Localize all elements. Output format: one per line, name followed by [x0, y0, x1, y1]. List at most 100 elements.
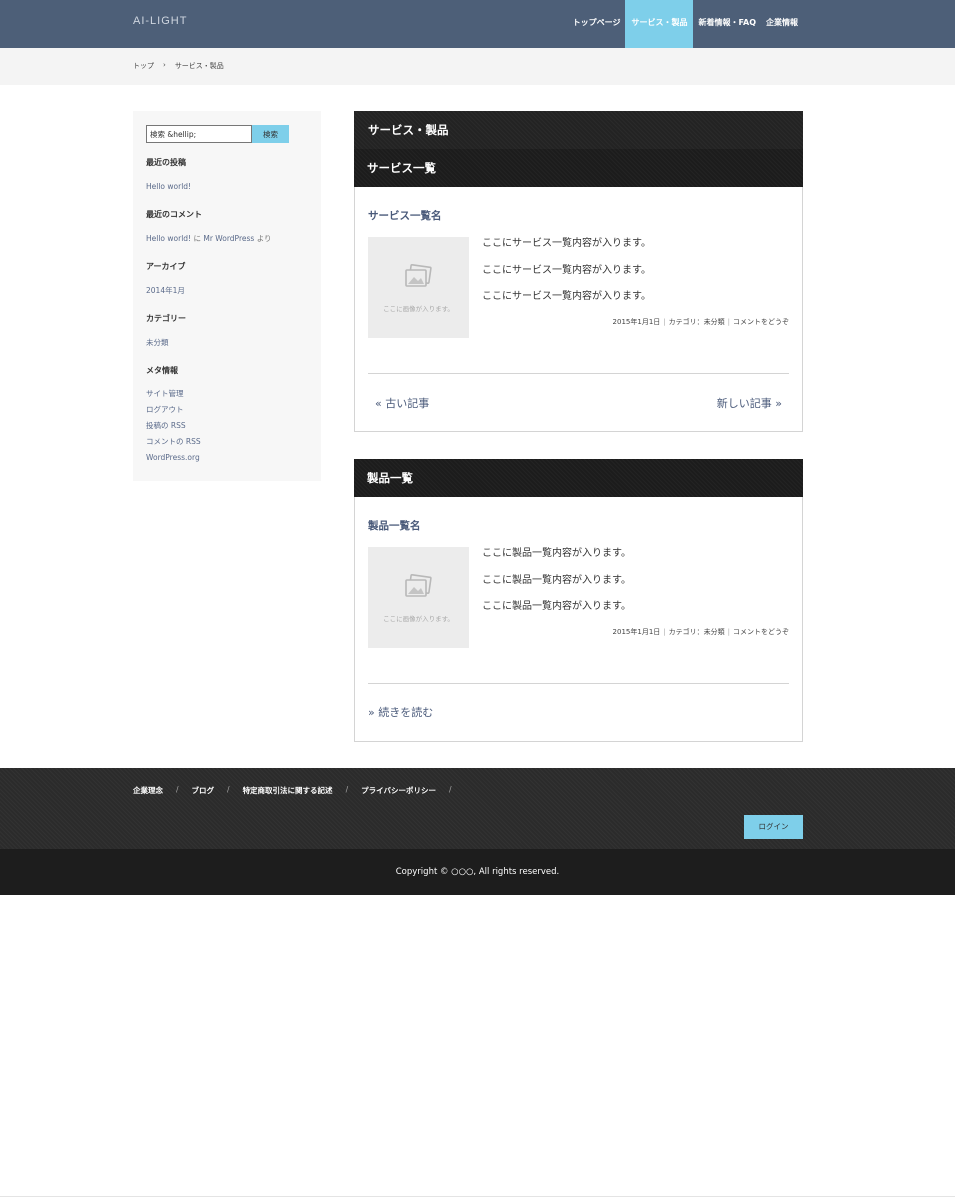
site-footer: 企業理念 / ブログ / 特定商取引法に関する記述 / プライバシーポリシー /… [0, 768, 955, 849]
services-heading: サービス一覧 [354, 149, 803, 187]
service-excerpt: ここにサービス一覧内容が入ります。 ここにサービス一覧内容が入ります。 ここにサ… [482, 237, 651, 317]
nav-item-company[interactable]: 企業情報 [761, 0, 803, 48]
newer-posts-link[interactable]: 新しい記事 » [717, 395, 782, 411]
meta-link-wordpress[interactable]: WordPress.org [146, 453, 200, 462]
list-item: サイト管理 [146, 386, 308, 402]
excerpt-line: ここにサービス一覧内容が入ります。 [482, 291, 651, 303]
entry-category-link[interactable]: 未分類 [704, 318, 725, 326]
recent-posts-list: Hello world! [146, 179, 308, 195]
image-placeholder-icon [405, 574, 432, 597]
breadcrumb-current: サービス・製品 [174, 62, 224, 70]
footer-link-blog[interactable]: ブログ [192, 785, 215, 796]
meta-link-comments-rss[interactable]: コメントの RSS [146, 437, 201, 446]
meta-link-logout[interactable]: ログアウト [146, 405, 184, 414]
product-excerpt: ここに製品一覧内容が入ります。 ここに製品一覧内容が入ります。 ここに製品一覧内… [482, 547, 631, 627]
archive-link[interactable]: 2014年1月 [146, 286, 185, 295]
entry-date: 2015年1月1日 [612, 318, 661, 326]
archives-title: アーカイブ [146, 262, 186, 271]
copyright: Copyright © ○○○, All rights reserved. [0, 849, 955, 895]
product-thumbnail[interactable]: ここに画像が入ります。 [368, 547, 469, 648]
excerpt-line: ここにサービス一覧内容が入ります。 [482, 264, 651, 276]
product-entry: ここに画像が入ります。 ここに製品一覧内容が入ります。 ここに製品一覧内容が入り… [368, 547, 789, 648]
breadcrumb-bar: トップ › サービス・製品 [0, 48, 955, 85]
entry-category-link[interactable]: 未分類 [704, 628, 725, 636]
entry-date: 2015年1月1日 [612, 628, 661, 636]
search-input[interactable] [146, 125, 252, 143]
sidebar: 検索 最近の投稿 Hello world! 最近のコメント Hello worl… [133, 111, 321, 481]
footer-link-commerce-law[interactable]: 特定商取引法に関する記述 [243, 785, 333, 796]
comment-on-text: に [193, 234, 201, 243]
main-content: サービス・製品 サービス一覧 サービス一覧名 ここに画像が入ります。 ここにサー… [354, 111, 803, 742]
archives-list: 2014年1月 [146, 283, 308, 299]
page-title: サービス・製品 [354, 111, 803, 149]
footer-separator: / [176, 785, 179, 794]
footer-link-privacy[interactable]: プライバシーポリシー [361, 785, 436, 796]
list-item: 2014年1月 [146, 283, 308, 299]
list-item: 未分類 [146, 335, 308, 351]
thumbnail-caption: ここに画像が入ります。 [383, 305, 454, 313]
service-entry-meta: 2015年1月1日 | カテゴリ：未分類 | コメントをどうぞ [612, 318, 789, 326]
category-label: カテゴリ： [668, 628, 704, 636]
service-entry-title[interactable]: サービス一覧名 [368, 208, 789, 223]
categories-title: カテゴリー [146, 314, 186, 323]
services-body: サービス一覧名 ここに画像が入ります。 ここにサービス一覧内容が入ります。 ここ… [355, 208, 802, 431]
list-item: ログアウト [146, 402, 308, 418]
categories-list: 未分類 [146, 335, 308, 351]
meta-link-admin[interactable]: サイト管理 [146, 389, 184, 398]
nav-item-news-faq[interactable]: 新着情報・FAQ [693, 0, 761, 48]
footer-link-philosophy[interactable]: 企業理念 [133, 785, 163, 796]
site-logo[interactable]: AI-LIGHT [133, 15, 187, 27]
recent-comments-list: Hello world! に Mr WordPress より [146, 231, 308, 247]
comment-post-link[interactable]: Hello world! [146, 234, 191, 243]
footer-separator: / [345, 785, 349, 794]
service-thumbnail[interactable]: ここに画像が入ります。 [368, 237, 469, 338]
excerpt-line: ここに製品一覧内容が入ります。 [482, 601, 631, 613]
older-posts-link[interactable]: « 古い記事 [375, 395, 429, 411]
meta-list: サイト管理 ログアウト 投稿の RSS コメントの RSS WordPress.… [146, 386, 308, 466]
list-item: WordPress.org [146, 450, 308, 466]
post-pager: « 古い記事 新しい記事 » [368, 374, 789, 431]
service-entry: ここに画像が入ります。 ここにサービス一覧内容が入ります。 ここにサービス一覧内… [368, 237, 789, 338]
excerpt-line: ここに製品一覧内容が入ります。 [482, 548, 631, 559]
meta-link-posts-rss[interactable]: 投稿の RSS [146, 421, 186, 430]
product-entry-title[interactable]: 製品一覧名 [368, 518, 789, 533]
image-placeholder-icon [405, 264, 432, 287]
list-item: コメントの RSS [146, 434, 308, 450]
breadcrumb: トップ › サービス・製品 [133, 61, 224, 71]
list-item: Hello world! [146, 179, 308, 195]
comment-link[interactable]: コメントをどうぞ [733, 628, 789, 636]
category-link[interactable]: 未分類 [146, 338, 169, 347]
nav-item-top[interactable]: トップページ [568, 0, 626, 48]
footer-separator: / [227, 785, 230, 794]
footer-separator: / [448, 785, 452, 794]
breadcrumb-home-link[interactable]: トップ [133, 61, 154, 71]
comment-suffix-text: より [256, 234, 272, 243]
comment-link[interactable]: コメントをどうぞ [733, 318, 789, 326]
products-heading: 製品一覧 [354, 459, 803, 497]
recent-posts-title: 最近の投稿 [146, 158, 186, 167]
services-section: サービス一覧 サービス一覧名 ここに画像が入ります。 ここにサービス一覧内容が入… [354, 149, 803, 432]
global-nav: トップページ サービス・製品 新着情報・FAQ 企業情報 [568, 0, 803, 48]
excerpt-line: ここに製品一覧内容が入ります。 [482, 574, 631, 586]
breadcrumb-separator: › [163, 61, 166, 69]
divider [0, 1196, 955, 1197]
search-button[interactable]: 検索 [252, 125, 289, 143]
recent-post-link[interactable]: Hello world! [146, 182, 191, 191]
products-body: 製品一覧名 ここに画像が入ります。 ここに製品一覧内容が入ります。 ここに製品一… [355, 518, 802, 741]
login-button[interactable]: ログイン [744, 815, 803, 839]
meta-title: メタ情報 [146, 366, 178, 375]
list-item: Hello world! に Mr WordPress より [146, 231, 308, 247]
read-more-row: » 続きを読む [368, 684, 789, 741]
list-item: 投稿の RSS [146, 418, 308, 434]
comment-author-link[interactable]: Mr WordPress [203, 234, 254, 243]
product-entry-meta: 2015年1月1日 | カテゴリ：未分類 | コメントをどうぞ [612, 628, 789, 636]
nav-item-services[interactable]: サービス・製品 [625, 0, 694, 48]
read-more-link[interactable]: » 続きを読む [368, 704, 433, 720]
category-label: カテゴリ： [668, 318, 704, 326]
site-header: AI-LIGHT トップページ サービス・製品 新着情報・FAQ 企業情報 [0, 0, 955, 48]
thumbnail-caption: ここに画像が入ります。 [383, 615, 454, 623]
excerpt-line: ここにサービス一覧内容が入ります。 [482, 238, 651, 249]
footer-nav: 企業理念 / ブログ / 特定商取引法に関する記述 / プライバシーポリシー / [133, 785, 464, 796]
recent-comments-title: 最近のコメント [146, 210, 202, 219]
search-form: 検索 [146, 125, 308, 143]
